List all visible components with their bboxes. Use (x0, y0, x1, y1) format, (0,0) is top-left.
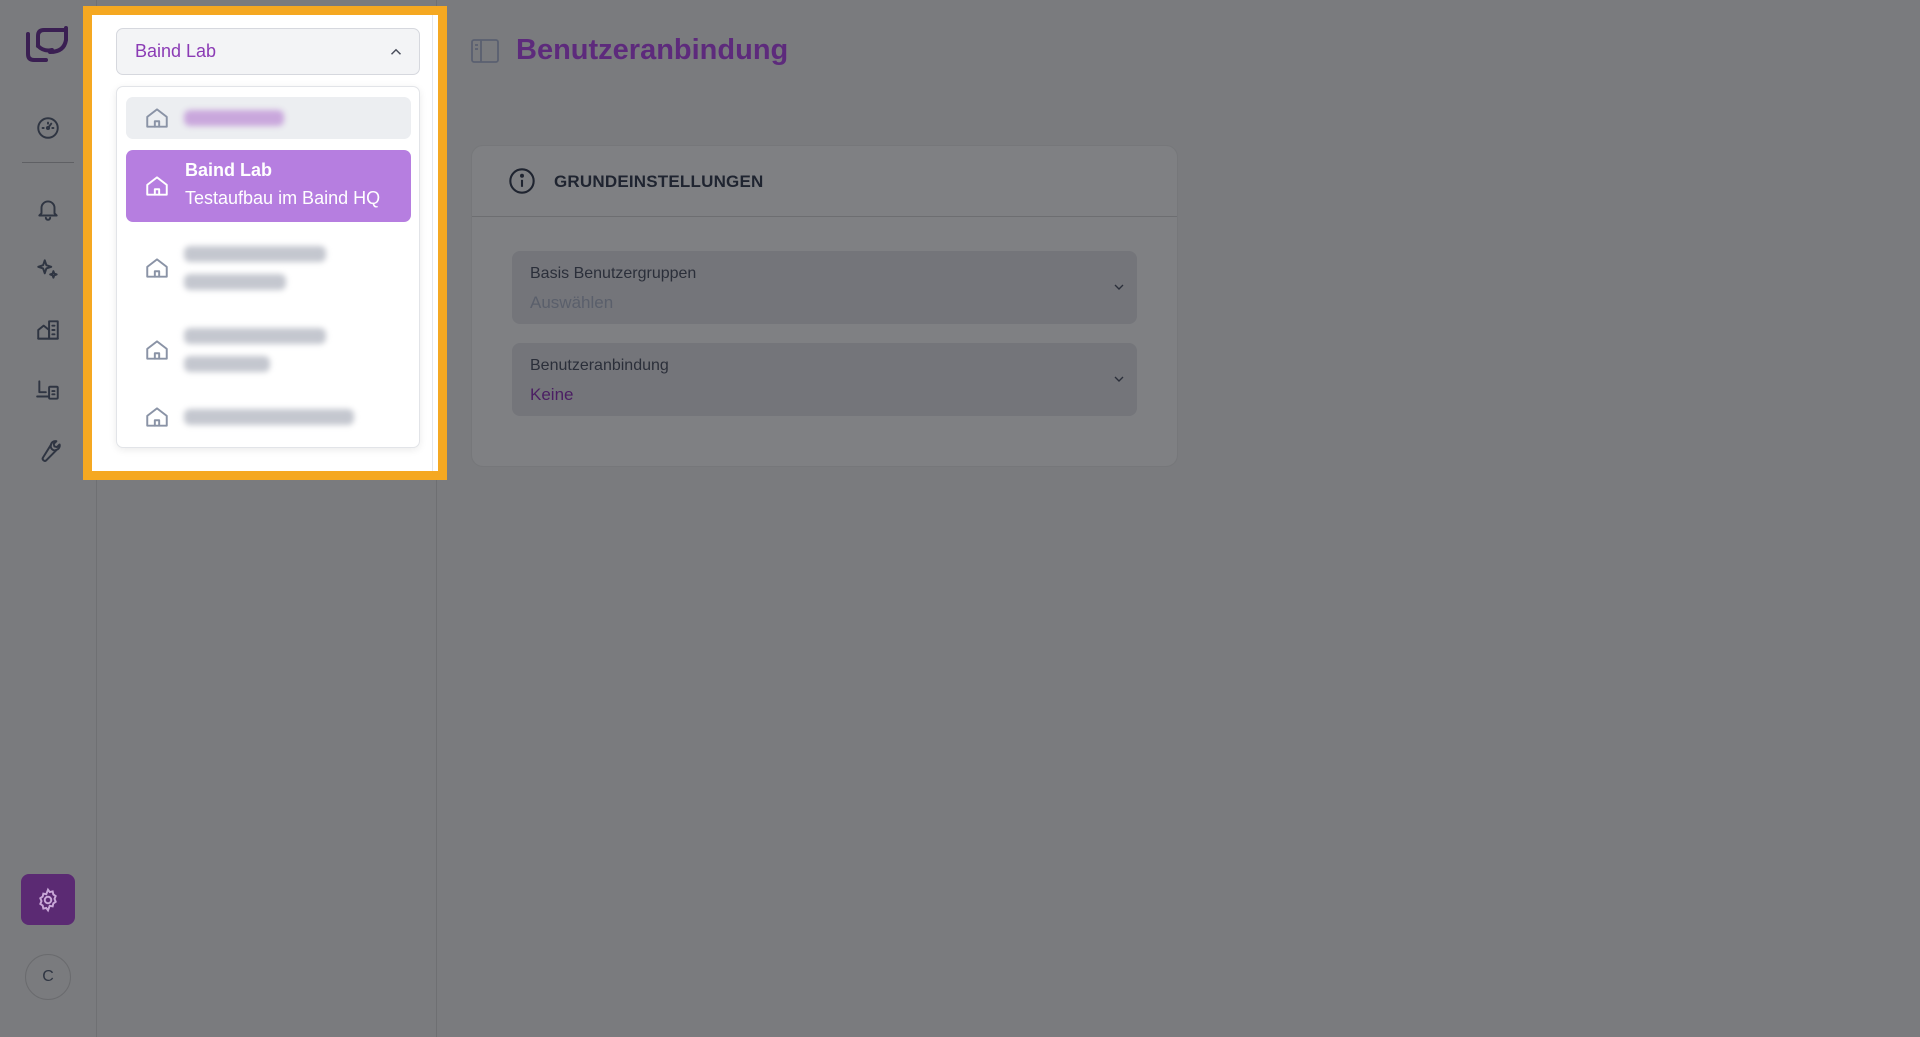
wrench-icon[interactable] (34, 437, 62, 465)
avatar[interactable]: C (25, 954, 71, 1000)
dashboard-icon[interactable] (34, 114, 62, 142)
location-option[interactable] (126, 97, 411, 139)
chevron-down-icon (1111, 371, 1127, 387)
card-title: GRUNDEINSTELLUNGEN (554, 172, 764, 191)
app-logo[interactable] (22, 24, 72, 64)
page-title: Benutzeranbindung (516, 34, 789, 66)
sidebar-toggle-icon[interactable] (470, 37, 500, 65)
location-dropdown-menu: Baind Lab Testaufbau im Baind HQ (116, 86, 420, 448)
icon-rail: C (0, 0, 97, 1037)
sparkles-icon[interactable] (34, 255, 62, 283)
buildings-icon[interactable] (34, 316, 62, 344)
redacted-label (184, 356, 270, 372)
location-option[interactable] (126, 314, 411, 386)
location-name: Baind Lab (185, 160, 273, 180)
panel-edge (432, 15, 433, 471)
field-label: Benutzeranbindung (530, 357, 669, 374)
field-placeholder: Auswählen (530, 293, 614, 312)
redacted-label (184, 328, 326, 344)
location-description: Testaufbau im Baind HQ (185, 188, 381, 208)
chevron-down-icon (1111, 279, 1127, 295)
settings-card: GRUNDEINSTELLUNGEN Basis Benutzergruppen… (471, 145, 1178, 467)
redacted-label (184, 246, 326, 262)
home-icon (144, 255, 170, 281)
gear-icon (39, 887, 57, 912)
base-user-groups-select[interactable]: Basis Benutzergruppen Auswählen (512, 251, 1137, 324)
redacted-label (184, 409, 354, 425)
rail-divider (22, 162, 74, 163)
location-select-value: Baind Lab (135, 41, 217, 61)
field-label: Basis Benutzergruppen (530, 265, 697, 282)
info-icon (508, 167, 536, 195)
home-icon (144, 105, 170, 131)
location-select[interactable]: Baind Lab (116, 28, 420, 75)
field-value: Keine (530, 385, 574, 404)
user-binding-select[interactable]: Benutzeranbindung Keine (512, 343, 1137, 416)
settings-button[interactable] (21, 874, 75, 925)
bell-icon[interactable] (34, 195, 62, 223)
home-icon (144, 173, 170, 199)
redacted-label (184, 110, 284, 126)
home-icon (144, 404, 170, 430)
logo-icon (26, 26, 68, 62)
location-option[interactable] (126, 396, 411, 438)
location-option[interactable] (126, 232, 411, 304)
chevron-up-icon (387, 43, 405, 61)
avatar-initial: C (42, 968, 54, 985)
card-header: GRUNDEINSTELLUNGEN (472, 146, 1177, 217)
devices-icon[interactable] (34, 376, 62, 404)
redacted-label (184, 274, 286, 290)
home-icon (144, 337, 170, 363)
location-option-active[interactable]: Baind Lab Testaufbau im Baind HQ (126, 150, 411, 222)
page-header: Benutzeranbindung (470, 34, 788, 67)
